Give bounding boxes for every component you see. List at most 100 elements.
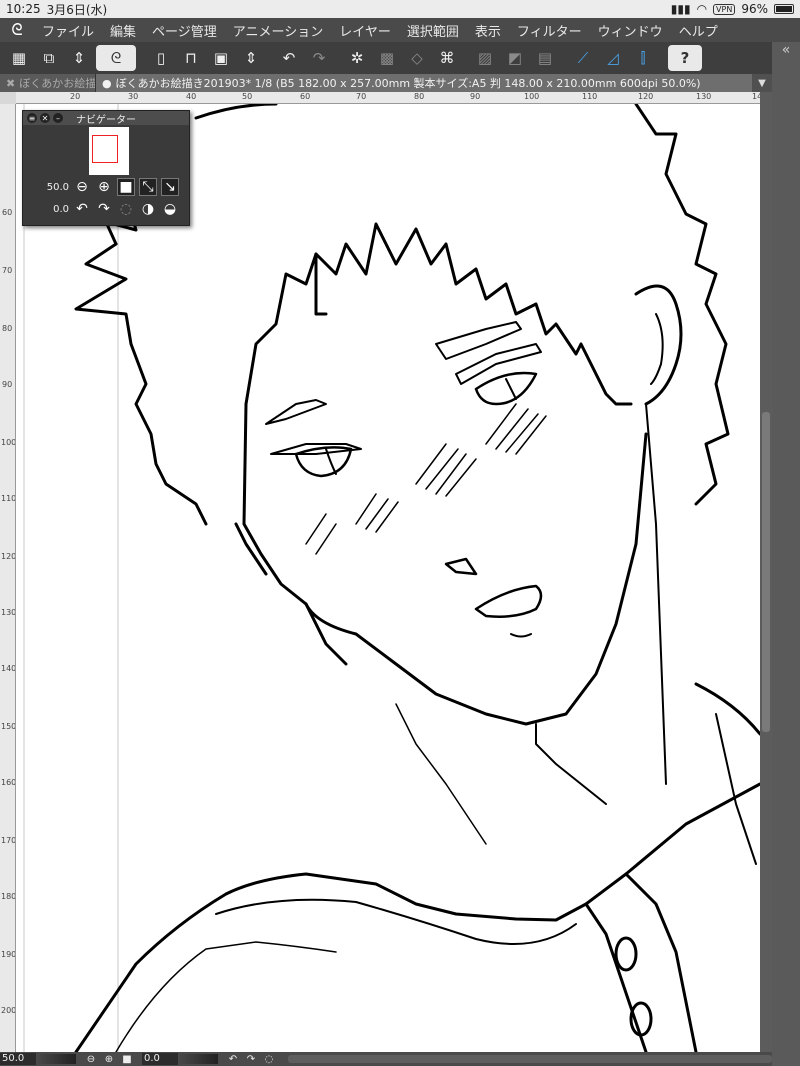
zoom-out-icon[interactable]: ⊖	[82, 1054, 100, 1065]
ruler-label: 110	[1, 494, 16, 503]
close-icon[interactable]: ✖	[6, 77, 15, 90]
menu-page-management[interactable]: ページ管理	[144, 21, 225, 40]
menu-window[interactable]: ウィンドウ	[590, 21, 671, 40]
navigator-preview[interactable]	[89, 127, 129, 175]
ruler-label: 60	[300, 92, 311, 101]
rotate-left-icon[interactable]: ↶	[73, 200, 91, 218]
vertical-scrollbar[interactable]	[760, 92, 772, 1052]
rotate-right-icon[interactable]: ↷	[95, 200, 113, 218]
ruler-label: 80	[414, 92, 425, 101]
snap-ruler-icon[interactable]: ⟋	[570, 45, 596, 71]
ruler-label: 70	[356, 92, 367, 101]
help-button[interactable]: ?	[668, 45, 702, 71]
fit-view-icon[interactable]: ■	[117, 178, 135, 196]
collapse-dock-icon[interactable]: «	[772, 42, 800, 58]
snap-grid-icon[interactable]: ⫿	[630, 45, 656, 71]
rotate-left-icon[interactable]: ↶	[224, 1054, 242, 1065]
view-frame[interactable]	[92, 135, 118, 163]
horizontal-scrollbar[interactable]	[288, 1055, 772, 1063]
snap-special-ruler-icon[interactable]: ◿	[600, 45, 626, 71]
layout-icon[interactable]: ⧉	[36, 45, 62, 71]
selection-border-icon[interactable]: ▤	[532, 45, 558, 71]
fit-width-icon[interactable]: ↘	[161, 178, 179, 196]
navigator-palette: ≡ ✕ – ナビゲーター 50.0 ⊖ ⊕ ■ ⤡ ↘ 0.0 ↶ ↷ ◌ ◑ …	[22, 110, 190, 226]
menu-selection[interactable]: 選択範囲	[399, 21, 467, 40]
zoom-in-icon[interactable]: ⊕	[95, 178, 113, 196]
tabs-dropdown-icon[interactable]: ▼	[752, 74, 772, 92]
rotation-value[interactable]: 0.0	[27, 204, 69, 215]
minimize-icon[interactable]: –	[53, 113, 63, 123]
drawing-canvas[interactable]	[16, 104, 760, 1052]
open-folder-icon[interactable]: ⊓	[178, 45, 204, 71]
fit-view-icon[interactable]: ■	[118, 1054, 136, 1065]
zoom-value[interactable]: 50.0	[27, 182, 69, 193]
menu-view[interactable]: 表示	[467, 21, 509, 40]
up-down-arrows-icon[interactable]: ⇕	[66, 45, 92, 71]
close-icon[interactable]: ✕	[40, 113, 50, 123]
left-ruler: 60 70 80 90 100 110 120 130 140 150 160 …	[0, 104, 16, 1052]
flip-horizontal-icon[interactable]: ◑	[139, 200, 157, 218]
menu-bar: ᘓ ファイル 編集 ページ管理 アニメーション レイヤー 選択範囲 表示 フィル…	[0, 18, 800, 42]
reset-rotation-icon[interactable]: ◌	[260, 1054, 278, 1065]
tab-inactive-document[interactable]: ✖ ぼくあかお絵描	[0, 74, 96, 92]
flip-vertical-icon[interactable]: ◒	[161, 200, 179, 218]
rotate-right-icon[interactable]: ↷	[242, 1054, 260, 1065]
zoom-in-icon[interactable]: ⊕	[100, 1054, 118, 1065]
ruler-label: 80	[2, 324, 13, 333]
scroll-thumb[interactable]	[762, 412, 770, 732]
zoom-field[interactable]: 50.0	[0, 1053, 36, 1065]
wifi-icon: ◠	[696, 2, 708, 16]
menu-layer[interactable]: レイヤー	[331, 21, 399, 40]
tab-active-document[interactable]: ● ぼくあかお絵描き201903* 1/8 (B5 182.00 x 257.0…	[96, 74, 772, 92]
ruler-label: 120	[638, 92, 654, 101]
reset-rotation-icon[interactable]: ◌	[117, 200, 135, 218]
zoom-slider[interactable]	[36, 1054, 76, 1064]
ruler-label: 120	[1, 552, 16, 561]
loading-spinner-icon[interactable]: ✲	[344, 45, 370, 71]
crop-icon[interactable]: ▩	[374, 45, 400, 71]
ruler-label: 70	[2, 266, 13, 275]
ruler-label: 30	[128, 92, 139, 101]
battery-icon	[774, 4, 794, 14]
menu-animation[interactable]: アニメーション	[225, 21, 331, 40]
rotation-field[interactable]: 0.0	[142, 1053, 178, 1065]
navigator-titlebar[interactable]: ≡ ✕ – ナビゲーター	[23, 111, 189, 126]
menu-help[interactable]: ヘルプ	[671, 21, 726, 40]
menu-edit[interactable]: 編集	[102, 21, 144, 40]
bottom-bar: 50.0 ⊖ ⊕ ■ 0.0 ↶ ↷ ◌	[0, 1052, 772, 1066]
new-file-icon[interactable]: ▯	[148, 45, 174, 71]
ruler-label: 190	[1, 950, 16, 959]
navigator-rotate-row: 0.0 ↶ ↷ ◌ ◑ ◒	[27, 199, 179, 219]
ruler-label: 90	[470, 92, 481, 101]
actual-size-icon[interactable]: ⤡	[139, 178, 157, 196]
ruler-label: 110	[582, 92, 598, 101]
app-logo-icon[interactable]: ᘓ	[0, 20, 34, 40]
rotation-slider[interactable]	[178, 1054, 218, 1064]
tab-label: ぼくあかお絵描き201903* 1/8 (B5 182.00 x 257.00m…	[115, 77, 701, 90]
clip-studio-icon[interactable]: ᘓ	[96, 45, 136, 71]
ruler-label: 140	[752, 92, 760, 101]
ruler-label: 200	[1, 1006, 16, 1015]
modified-dot-icon: ●	[102, 76, 112, 90]
invert-selection-icon[interactable]: ◩	[502, 45, 528, 71]
menu-file[interactable]: ファイル	[34, 21, 102, 40]
ruler-label: 40	[186, 92, 197, 101]
save-icon[interactable]: ▣	[208, 45, 234, 71]
vpn-badge: VPN	[713, 3, 736, 15]
workspace-grid-icon[interactable]: ▦	[6, 45, 32, 71]
redo-icon[interactable]: ↷	[306, 45, 332, 71]
status-bar: 10:25 3月6日(水) ▮▮▮ ◠ VPN 96%	[0, 0, 800, 18]
transform-icon[interactable]: ⌘	[434, 45, 460, 71]
right-dock: «	[772, 42, 800, 1066]
zoom-out-icon[interactable]: ⊖	[73, 178, 91, 196]
menu-icon[interactable]: ≡	[27, 113, 37, 123]
menu-filter[interactable]: フィルター	[509, 21, 590, 40]
undo-icon[interactable]: ↶	[276, 45, 302, 71]
sort-arrows-icon[interactable]: ⇕	[238, 45, 264, 71]
ruler-label: 90	[2, 380, 13, 389]
status-date: 3月6日(水)	[46, 2, 108, 17]
clear-selection-icon[interactable]: ▨	[472, 45, 498, 71]
eraser-icon[interactable]: ◇	[404, 45, 430, 71]
ruler-label: 100	[1, 438, 16, 447]
ruler-label: 150	[1, 722, 16, 731]
